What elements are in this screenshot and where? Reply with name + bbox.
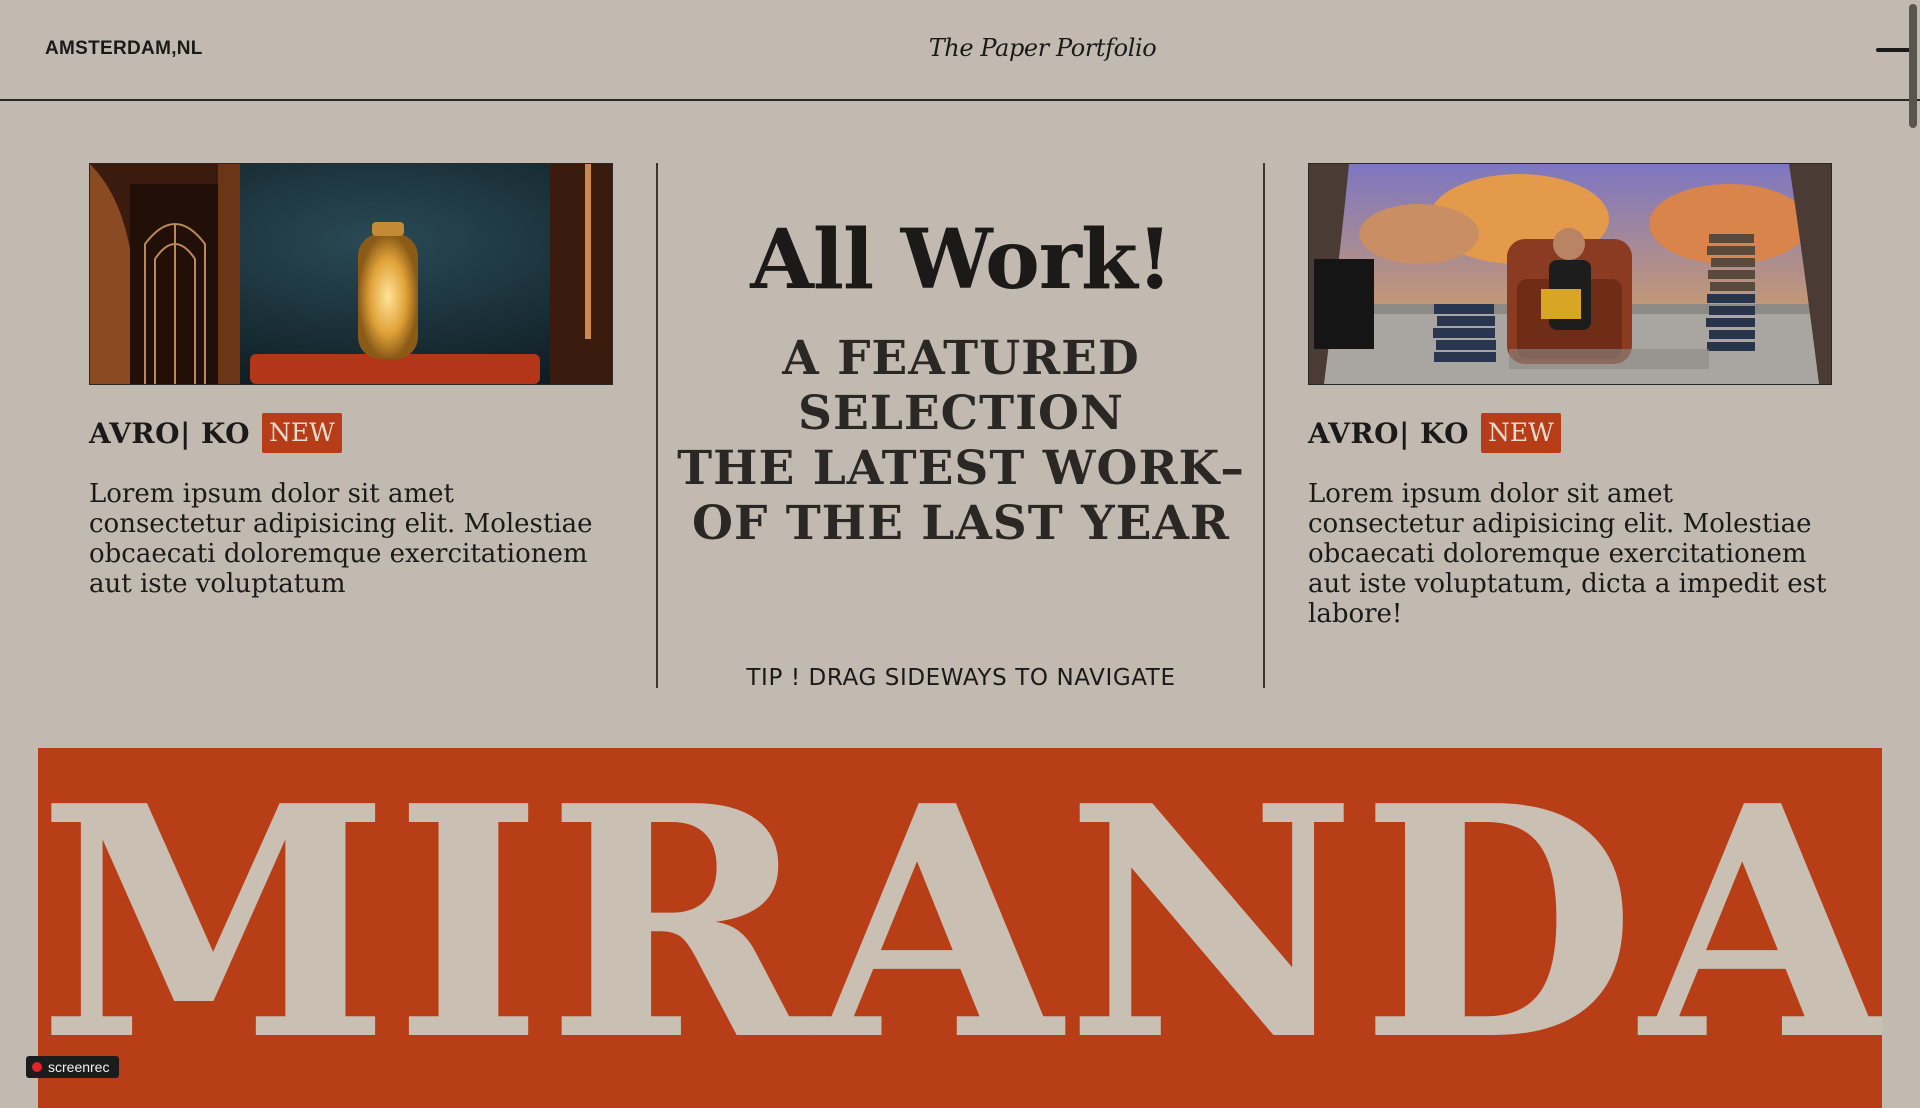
card-title-row: AVRO| KO NEW — [89, 413, 613, 453]
subtitle: A FEATURED SELECTION THE LATEST WORK– OF… — [658, 331, 1264, 551]
page-scrollbar[interactable] — [1907, 0, 1920, 1078]
page-title: All Work! — [750, 212, 1173, 308]
project-card-left[interactable]: AVRO| KO NEW Lorem ipsum dolor sit amet … — [89, 163, 613, 599]
featured-intro: All Work! A FEATURED SELECTION THE LATES… — [658, 163, 1264, 691]
new-badge: NEW — [261, 413, 342, 453]
card-title-row: AVRO| KO NEW — [1308, 413, 1832, 453]
record-icon — [32, 1062, 42, 1072]
screenrec-watermark: screenrec — [26, 1056, 120, 1078]
lantern-on-red-sofa-image[interactable] — [89, 163, 613, 385]
subtitle-line: OF THE LAST YEAR — [692, 496, 1230, 551]
site-header: AMSTERDAM,NL The Paper Portfolio — [0, 0, 1920, 101]
miranda-banner: MIRANDA — [38, 748, 1882, 1108]
card-description: Lorem ipsum dolor sit amet consectetur a… — [89, 479, 593, 599]
new-badge: NEW — [1480, 413, 1561, 453]
man-reading-armchair-image[interactable] — [1308, 163, 1832, 385]
subtitle-line: SELECTION — [798, 386, 1124, 441]
subtitle-line: A FEATURED — [782, 331, 1140, 386]
subtitle-line: THE LATEST WORK– — [677, 441, 1245, 496]
card-title[interactable]: AVRO| KO — [89, 417, 250, 450]
scrollbar-thumb[interactable] — [1909, 4, 1917, 128]
hamburger-icon[interactable] — [1876, 48, 1910, 62]
card-title[interactable]: AVRO| KO — [1308, 417, 1469, 450]
card-description: Lorem ipsum dolor sit amet consectetur a… — [1308, 479, 1827, 629]
banner-text: MIRANDA — [38, 748, 1882, 1108]
navigation-tip: TIP ! DRAG SIDEWAYS TO NAVIGATE — [746, 665, 1176, 691]
brand-logo[interactable]: The Paper Portfolio — [0, 34, 1920, 62]
watermark-label: screenrec — [48, 1059, 110, 1075]
column-divider-right — [1263, 163, 1265, 688]
project-card-right[interactable]: AVRO| KO NEW Lorem ipsum dolor sit amet … — [1308, 163, 1832, 629]
